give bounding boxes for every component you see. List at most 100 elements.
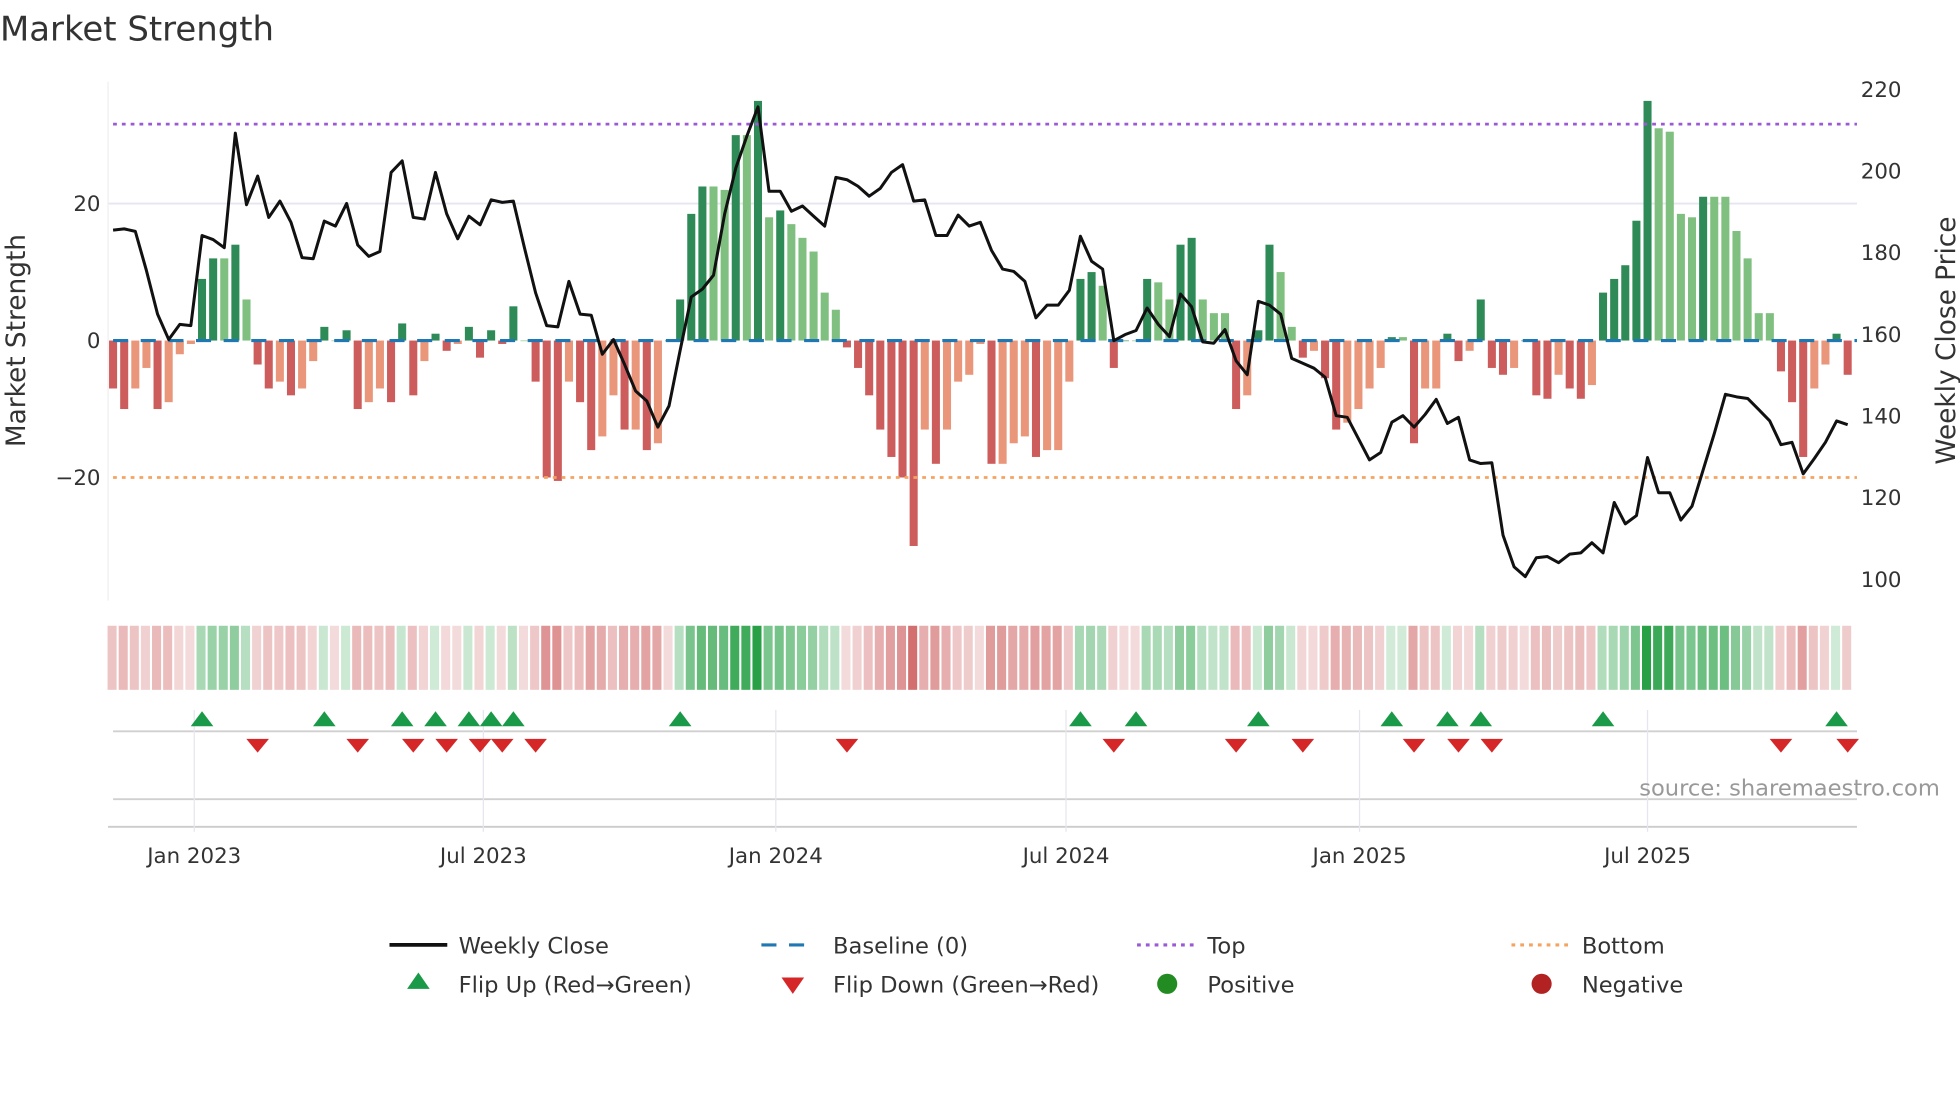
strength-bar — [1398, 337, 1407, 341]
strength-bar — [353, 340, 362, 410]
flip-down-marker — [1102, 738, 1126, 753]
strength-bar — [264, 340, 273, 389]
strength-bar — [1365, 340, 1374, 389]
heat-cell — [1197, 625, 1207, 690]
heat-cell — [1019, 625, 1029, 690]
heat-cell — [1375, 625, 1385, 690]
heat-cell — [1086, 625, 1096, 690]
x-tick-label: Jan 2023 — [145, 844, 241, 869]
heat-cell — [1575, 625, 1585, 690]
heat-cell — [418, 625, 428, 690]
heat-cell — [863, 625, 873, 690]
strength-bar — [475, 340, 485, 358]
strength-bar — [1810, 340, 1819, 389]
strength-bar — [776, 210, 785, 341]
heat-cell — [1130, 625, 1140, 690]
heat-cell — [585, 625, 595, 690]
strength-bar — [987, 340, 996, 464]
flip-up-marker — [1436, 711, 1459, 727]
heat-cell — [518, 625, 529, 690]
heat-cell — [1464, 625, 1474, 690]
flip-panel — [108, 730, 1857, 828]
strength-bar — [1610, 278, 1619, 341]
strength-bar — [542, 340, 551, 478]
heat-cell — [1775, 625, 1785, 690]
y-tick-right: 120 — [1861, 486, 1902, 511]
heat-cell — [741, 625, 751, 690]
heat-cell — [485, 625, 495, 690]
strength-bar — [409, 340, 418, 396]
heat-cell — [385, 625, 395, 690]
strength-bar — [1632, 220, 1641, 341]
strength-bar — [375, 340, 384, 389]
heat-cell — [1808, 625, 1818, 690]
strength-bar — [1354, 340, 1363, 410]
heat-cell — [1697, 625, 1707, 690]
heat-cell — [663, 625, 673, 690]
strength-bar — [420, 340, 429, 362]
heat-cell — [752, 625, 762, 690]
heat-cell — [1230, 625, 1240, 690]
strength-bar — [1043, 340, 1052, 451]
heat-cell — [1119, 625, 1129, 690]
strength-bar — [1031, 340, 1040, 457]
heat-cell — [719, 625, 729, 690]
strength-bar — [1754, 313, 1763, 341]
strength-bar — [1643, 100, 1652, 341]
legend-negative-icon — [1531, 973, 1552, 994]
strength-bar — [1776, 340, 1785, 372]
heat-cell — [1330, 625, 1340, 690]
heat-cell — [407, 625, 417, 690]
heat-cell — [1008, 625, 1018, 690]
heat-cell — [1063, 625, 1073, 690]
strength-bar — [998, 340, 1007, 464]
strength-bar — [954, 340, 963, 382]
heat-cell — [441, 625, 451, 690]
heat-cell — [263, 625, 273, 690]
flip-down-marker — [401, 738, 425, 753]
heat-cell — [596, 625, 606, 690]
heat-cell — [997, 625, 1007, 690]
strength-bar — [175, 340, 184, 355]
strength-bar — [1298, 340, 1307, 358]
strength-bar — [209, 258, 218, 341]
heat-cell — [1341, 625, 1351, 690]
heat-cell — [952, 625, 962, 690]
strength-bar — [109, 340, 118, 389]
heat-cell — [1364, 625, 1374, 690]
heat-cell — [296, 625, 306, 690]
strength-bar — [809, 251, 818, 341]
heat-cell — [1686, 625, 1696, 690]
heat-cell — [1419, 625, 1429, 690]
heat-cell — [1842, 625, 1852, 690]
heat-cell — [1219, 625, 1229, 690]
strength-bar — [1343, 340, 1352, 423]
strength-bar — [220, 258, 229, 341]
strength-bar — [787, 224, 796, 341]
y-axis-label-right: Weekly Close Price — [1932, 216, 1960, 464]
heat-cell — [819, 625, 829, 690]
heat-cell — [796, 625, 806, 690]
strength-bar — [1743, 258, 1752, 341]
heat-cell — [1430, 625, 1440, 690]
strength-bar — [1065, 340, 1074, 382]
strength-bar — [1721, 196, 1730, 341]
strength-bars — [109, 100, 1852, 546]
legend-flip-up-icon — [407, 972, 430, 989]
strength-bar — [1587, 340, 1596, 386]
strength-bar — [642, 340, 651, 451]
strength-bar — [464, 326, 473, 341]
y-tick-left: 0 — [87, 329, 101, 354]
legend-label: Bottom — [1582, 934, 1665, 960]
heat-cell — [496, 625, 506, 690]
strength-bar — [1654, 128, 1663, 341]
heat-cell — [830, 625, 840, 690]
strength-bar — [1843, 340, 1852, 375]
heat-cell — [696, 625, 706, 690]
heat-cell — [541, 625, 551, 690]
x-tick-label: Jul 2024 — [1021, 844, 1110, 869]
heat-cell — [1642, 625, 1652, 690]
market-strength-chart: Market Strength 20 0 −20 220 200 180 160… — [0, 9, 1960, 998]
heat-cell — [218, 625, 228, 690]
strength-bar — [1543, 340, 1552, 399]
